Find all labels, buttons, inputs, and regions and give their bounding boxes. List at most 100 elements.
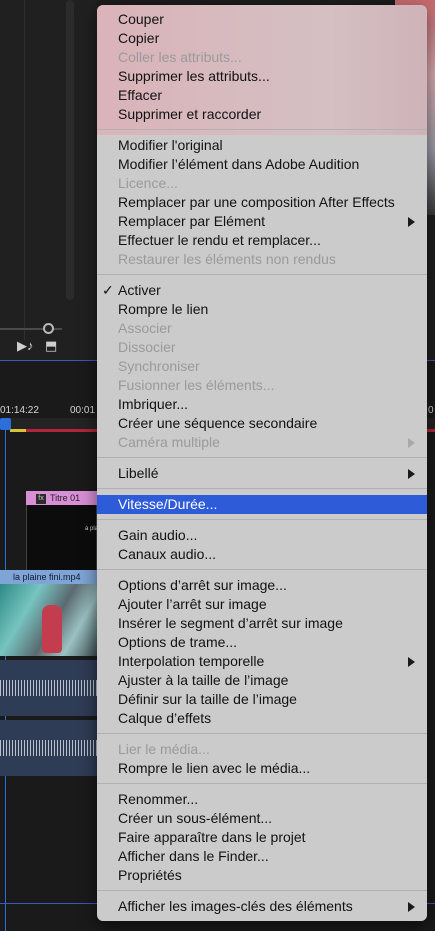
menu-item-interpolation-temporelle[interactable]: Interpolation temporelle <box>97 652 427 671</box>
menu-item-couper[interactable]: Couper <box>97 10 427 29</box>
title-clip-header[interactable]: fx Titre 01 <box>26 491 97 505</box>
menu-item-label: Associer <box>118 320 172 336</box>
checkmark-icon: ✓ <box>102 282 114 298</box>
menu-item-label: Créer une séquence secondaire <box>118 415 318 431</box>
menu-item-fusionner-les-elements[interactable]: Fusionner les éléments... <box>97 376 427 395</box>
menu-item-modifier-l-element-dans-adobe-audition[interactable]: Modifier l’élément dans Adobe Audition <box>97 155 427 174</box>
menu-item-label: Couper <box>118 11 164 27</box>
menu-item-effacer[interactable]: Effacer <box>97 86 427 105</box>
menu-item-label: Effacer <box>118 87 163 103</box>
menu-item-supprimer-et-raccorder[interactable]: Supprimer et raccorder <box>97 105 427 124</box>
menu-item-definir-sur-la-taille-de-l-image[interactable]: Définir sur la taille de l’image <box>97 690 427 709</box>
menu-item-afficher-dans-le-finder[interactable]: Afficher dans le Finder... <box>97 847 427 866</box>
menu-item-label: Rompre le lien <box>118 301 209 317</box>
export-icon[interactable]: ⬒ <box>45 338 57 354</box>
menu-item-remplacer-par-une-composition-after-effects[interactable]: Remplacer par une composition After Effe… <box>97 193 427 212</box>
menu-item-label: Modifier l’élément dans Adobe Audition <box>118 156 360 172</box>
menu-item-canaux-audio[interactable]: Canaux audio... <box>97 545 427 564</box>
submenu-arrow-icon <box>408 217 415 227</box>
menu-item-remplacer-par-element[interactable]: Remplacer par Elément <box>97 212 427 231</box>
submenu-arrow-icon <box>408 469 415 479</box>
menu-item-afficher-les-images-cles-des-elements[interactable]: Afficher les images-clés des éléments <box>97 897 427 916</box>
menu-item-faire-apparaitre-dans-le-projet[interactable]: Faire apparaître dans le projet <box>97 828 427 847</box>
menu-item-licence[interactable]: Licence... <box>97 174 427 193</box>
title-clip-label: Titre 01 <box>50 493 81 503</box>
menu-item-label: Effectuer le rendu et remplacer... <box>118 232 321 248</box>
menu-item-options-d-arret-sur-image[interactable]: Options d’arrêt sur image... <box>97 576 427 595</box>
menu-item-label: Synchroniser <box>118 358 200 374</box>
menu-item-options-de-trame[interactable]: Options de trame... <box>97 633 427 652</box>
menu-item-rompre-le-lien[interactable]: Rompre le lien <box>97 300 427 319</box>
menu-separator <box>97 783 427 784</box>
menu-item-label: Libellé <box>118 465 159 481</box>
menu-item-label: Rompre le lien avec le média... <box>118 760 311 776</box>
menu-item-modifier-l-original[interactable]: Modifier l'original <box>97 136 427 155</box>
menu-item-renommer[interactable]: Renommer... <box>97 790 427 809</box>
menu-item-label: Remplacer par une composition After Effe… <box>118 194 395 210</box>
menu-item-libelle[interactable]: Libellé <box>97 464 427 483</box>
menu-item-label: Renommer... <box>118 791 199 807</box>
menu-item-label: Licence... <box>118 175 178 191</box>
menu-item-label: Dissocier <box>118 339 176 355</box>
menu-item-restaurer-les-elements-non-rendus[interactable]: Restaurer les éléments non rendus <box>97 250 427 269</box>
panel-divider <box>24 0 25 340</box>
playhead-handle[interactable] <box>0 418 11 430</box>
menu-item-imbriquer[interactable]: Imbriquer... <box>97 395 427 414</box>
menu-item-proprietes[interactable]: Propriétés <box>97 866 427 885</box>
menu-item-dissocier[interactable]: Dissocier <box>97 338 427 357</box>
menu-item-associer[interactable]: Associer <box>97 319 427 338</box>
fx-icon: fx <box>36 493 46 504</box>
audio-waveform <box>0 739 97 757</box>
panel-scrollbar[interactable] <box>66 0 74 300</box>
menu-item-calque-d-effets[interactable]: Calque d’effets <box>97 709 427 728</box>
submenu-arrow-icon <box>408 657 415 667</box>
menu-item-synchroniser[interactable]: Synchroniser <box>97 357 427 376</box>
menu-item-label: Insérer le segment d’arrêt sur image <box>118 615 343 631</box>
menu-separator <box>97 488 427 489</box>
menu-item-label: Vitesse/Durée... <box>118 496 218 512</box>
menu-item-effectuer-le-rendu-et-remplacer[interactable]: Effectuer le rendu et remplacer... <box>97 231 427 250</box>
menu-item-label: Canaux audio... <box>118 546 217 562</box>
menu-item-camera-multiple[interactable]: Caméra multiple <box>97 433 427 452</box>
menu-item-label: Fusionner les éléments... <box>118 377 275 393</box>
menu-item-rompre-le-lien-avec-le-media[interactable]: Rompre le lien avec le média... <box>97 759 427 778</box>
menu-item-label: Gain audio... <box>118 527 198 543</box>
audio-clip-1[interactable] <box>0 660 97 716</box>
menu-item-coller-les-attributs[interactable]: Coller les attributs... <box>97 48 427 67</box>
menu-item-label: Remplacer par Elément <box>118 213 266 229</box>
menu-separator <box>97 129 427 130</box>
video-clip-header[interactable]: la plaine fini.mp4 <box>0 570 97 584</box>
menu-item-label: Faire apparaître dans le projet <box>118 829 306 845</box>
menu-item-label: Ajuster à la taille de l’image <box>118 672 289 688</box>
timecode-label-next: 00:01 <box>70 405 96 416</box>
menu-item-label: Créer un sous-élément... <box>118 810 273 826</box>
menu-item-gain-audio[interactable]: Gain audio... <box>97 526 427 545</box>
project-panel: ▶♪ ⬒ <box>0 0 97 360</box>
menu-item-label: Supprimer les attributs... <box>118 68 270 84</box>
menu-item-label: Afficher dans le Finder... <box>118 848 269 864</box>
menu-item-label: Modifier l'original <box>118 137 223 153</box>
menu-item-lier-le-media[interactable]: Lier le média... <box>97 740 427 759</box>
submenu-arrow-icon <box>408 902 415 912</box>
audio-clip-2[interactable] <box>0 720 97 776</box>
menu-item-label: Supprimer et raccorder <box>118 106 262 122</box>
render-bar-partial <box>10 429 26 432</box>
menu-item-ajouter-l-arret-sur-image[interactable]: Ajouter l’arrêt sur image <box>97 595 427 614</box>
menu-item-creer-une-sequence-secondaire[interactable]: Créer une séquence secondaire <box>97 414 427 433</box>
menu-separator <box>97 890 427 891</box>
menu-item-label: Ajouter l’arrêt sur image <box>118 596 267 612</box>
menu-item-label: Lier le média... <box>118 741 210 757</box>
insert-icon[interactable]: ▶♪ <box>17 338 34 354</box>
menu-item-ajuster-a-la-taille-de-l-image[interactable]: Ajuster à la taille de l’image <box>97 671 427 690</box>
menu-item-label: Activer <box>118 282 161 298</box>
menu-item-label: Restaurer les éléments non rendus <box>118 251 336 267</box>
menu-item-inserer-le-segment-d-arret-sur-image[interactable]: Insérer le segment d’arrêt sur image <box>97 614 427 633</box>
zoom-slider-knob[interactable] <box>43 323 54 334</box>
menu-item-supprimer-les-attributs[interactable]: Supprimer les attributs... <box>97 67 427 86</box>
menu-item-vitesse-duree[interactable]: Vitesse/Durée... <box>97 495 427 514</box>
menu-item-label: Coller les attributs... <box>118 49 242 65</box>
menu-item-activer[interactable]: ✓ Activer <box>97 281 427 300</box>
menu-item-copier[interactable]: Copier <box>97 29 427 48</box>
menu-item-label: Imbriquer... <box>118 396 189 412</box>
menu-item-creer-un-sous-element[interactable]: Créer un sous-élément... <box>97 809 427 828</box>
